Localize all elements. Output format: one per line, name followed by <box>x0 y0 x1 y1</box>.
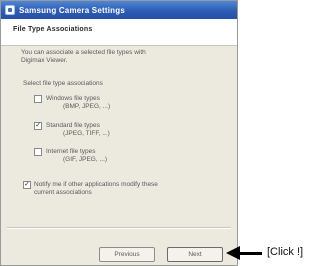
windows-file-types-checkbox[interactable] <box>34 95 42 103</box>
title-bar: Samsung Camera Settings <box>1 1 237 19</box>
previous-button[interactable]: Previous <box>99 247 155 262</box>
click-annotation: [Click !] <box>267 246 304 258</box>
internet-file-types-checkbox[interactable] <box>34 148 42 156</box>
intro-line-1: You can associate a selected file types … <box>21 49 146 56</box>
notify-label-line-2: current associations <box>34 189 92 196</box>
standard-file-types-checkbox[interactable]: ✓ <box>34 122 42 130</box>
window-title: Samsung Camera Settings <box>19 5 125 15</box>
internet-file-types-label: Internet file types <box>46 148 96 155</box>
pointer-arrow-shaft <box>238 252 262 255</box>
group-label: Select file type associations <box>23 80 103 87</box>
windows-file-types-label: Windows file types <box>46 95 100 102</box>
intro-line-2: Digimax Viewer. <box>21 57 68 64</box>
standard-file-types-label: Standard file types <box>46 122 100 129</box>
pointer-arrow-icon <box>226 246 240 260</box>
app-icon <box>5 5 15 15</box>
internet-file-types-extensions: (GIF, JPEG, ...) <box>63 156 108 163</box>
settings-dialog: Samsung Camera Settings File Type Associ… <box>0 0 238 266</box>
page-title: File Type Associations <box>13 26 93 33</box>
dialog-content: You can associate a selected file types … <box>1 46 237 227</box>
footer-divider <box>7 227 231 229</box>
page-header: File Type Associations <box>1 19 237 46</box>
notify-checkbox[interactable]: ✓ <box>23 181 31 189</box>
windows-file-types-extensions: (BMP, JPEG, ...) <box>63 103 111 110</box>
notify-label-line-1: Notify me if other applications modify t… <box>34 181 158 188</box>
next-button[interactable]: Next <box>167 247 223 262</box>
standard-file-types-extensions: (JPEG, TIFF, ...) <box>63 130 110 137</box>
